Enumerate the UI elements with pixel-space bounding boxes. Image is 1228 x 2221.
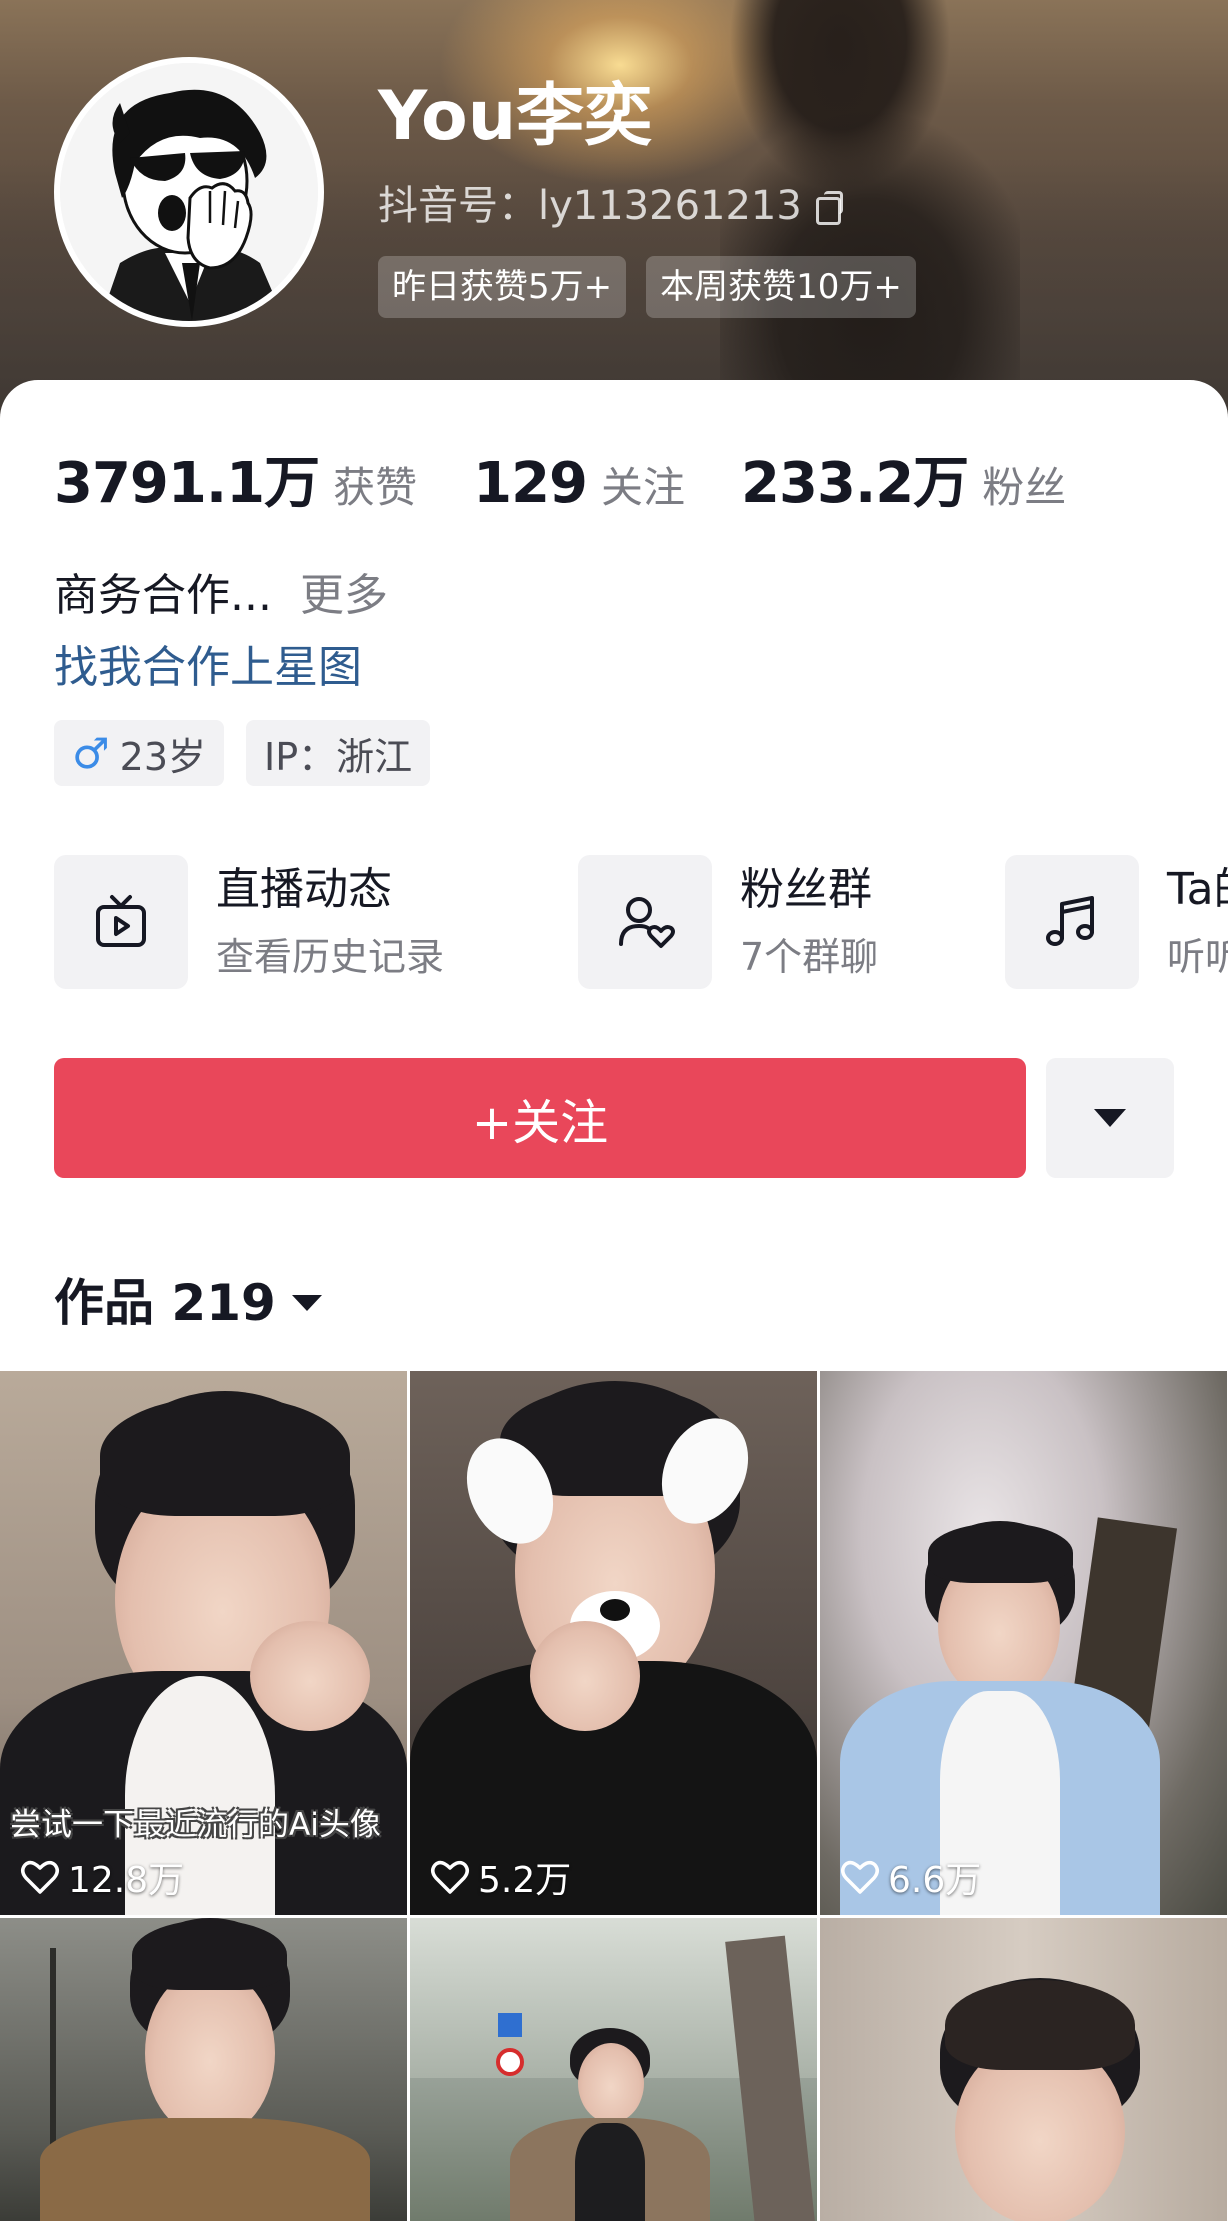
profile-nickname: You李奕 xyxy=(378,77,653,156)
tab-works[interactable]: 作品 219 xyxy=(54,1268,322,1338)
stat-following[interactable]: 129 关注 xyxy=(473,451,685,516)
video-tile[interactable]: 6.6万 xyxy=(820,1371,1227,1915)
follow-button[interactable]: +关注 xyxy=(54,1058,1026,1178)
video-likes-count: 12.8万 xyxy=(68,1860,185,1901)
feature-music-subtitle: 听听 xyxy=(1167,935,1228,979)
age-text: 23岁 xyxy=(119,734,207,779)
music-icon xyxy=(1005,855,1139,989)
heart-icon xyxy=(431,1860,469,1894)
video-likes: 6.6万 xyxy=(840,1851,981,1903)
stat-fans-label: 粉丝 xyxy=(982,463,1067,512)
video-tile[interactable]: 5.2万 xyxy=(410,1371,817,1915)
feature-live-history[interactable]: 直播动态 查看历史记录 xyxy=(54,855,444,989)
like-badges: 昨日获赞5万+ 本周获赞10万+ xyxy=(378,256,916,318)
stat-likes[interactable]: 3791.1万 获赞 xyxy=(54,438,417,519)
stat-following-value: 129 xyxy=(473,451,588,516)
more-options-button[interactable] xyxy=(1046,1058,1174,1178)
bio-more-button[interactable]: 更多 xyxy=(300,570,388,621)
video-grid: 尝试一下最近流行的Ai头像 12.8万 5.2万 6.6万 xyxy=(0,1371,1228,2221)
tv-icon xyxy=(54,855,188,989)
badge-yesterday-likes[interactable]: 昨日获赞5万+ xyxy=(378,256,627,318)
gender-age-tag: ♂ 23岁 xyxy=(54,720,225,786)
douyin-id-text: 抖音号：ly113261213 xyxy=(378,183,802,229)
stat-fans[interactable]: 233.2万 粉丝 xyxy=(741,438,1066,519)
avatar[interactable] xyxy=(54,57,324,327)
feature-fan-group-title: 粉丝群 xyxy=(740,864,872,915)
feature-live-subtitle: 查看历史记录 xyxy=(216,935,445,979)
avatar-illustration xyxy=(60,63,318,321)
video-likes: 5.2万 xyxy=(430,1851,571,1903)
stat-likes-value: 3791.1万 xyxy=(54,451,320,516)
feature-music-title: Ta的 xyxy=(1167,864,1228,915)
video-tile[interactable] xyxy=(0,1918,407,2221)
chevron-down-icon xyxy=(291,1295,322,1311)
male-icon: ♂ xyxy=(72,728,110,778)
heart-icon xyxy=(21,1860,59,1894)
video-likes-count: 6.6万 xyxy=(888,1860,982,1901)
video-tile[interactable] xyxy=(820,1918,1227,2221)
feature-music[interactable]: Ta的 听听 xyxy=(1005,855,1228,989)
feature-fan-group[interactable]: 粉丝群 7个群聊 xyxy=(578,855,878,989)
chevron-down-icon xyxy=(1094,1109,1126,1127)
video-tile[interactable]: 尝试一下最近流行的Ai头像 12.8万 xyxy=(0,1371,407,1915)
stat-likes-label: 获赞 xyxy=(333,463,418,512)
badge-week-likes[interactable]: 本周获赞10万+ xyxy=(646,256,916,318)
bio-text: 商务合作... xyxy=(54,570,272,621)
stat-fans-value: 233.2万 xyxy=(741,451,969,516)
douyin-id[interactable]: 抖音号：ly113261213 xyxy=(378,178,846,234)
video-caption: 尝试一下最近流行的Ai头像 xyxy=(10,1807,381,1843)
copy-icon[interactable] xyxy=(815,191,846,225)
profile-tags: ♂ 23岁 IP：浙江 xyxy=(54,720,431,786)
feature-live-title: 直播动态 xyxy=(216,864,392,915)
profile-stats: 3791.1万 获赞 129 关注 233.2万 粉丝 xyxy=(54,438,1122,519)
feature-fan-group-subtitle: 7个群聊 xyxy=(740,935,879,979)
fan-group-icon xyxy=(578,855,712,989)
ip-location-tag: IP：浙江 xyxy=(246,720,431,786)
xingtu-link[interactable]: 找我合作上星图 xyxy=(54,638,362,698)
video-likes-count: 5.2万 xyxy=(478,1860,572,1901)
video-tile[interactable] xyxy=(410,1918,817,2221)
tab-works-label: 作品 219 xyxy=(54,1274,276,1332)
bio: 商务合作... 更多 xyxy=(54,566,388,626)
stat-following-label: 关注 xyxy=(601,463,686,512)
heart-icon xyxy=(841,1860,879,1894)
video-likes: 12.8万 xyxy=(20,1851,184,1903)
